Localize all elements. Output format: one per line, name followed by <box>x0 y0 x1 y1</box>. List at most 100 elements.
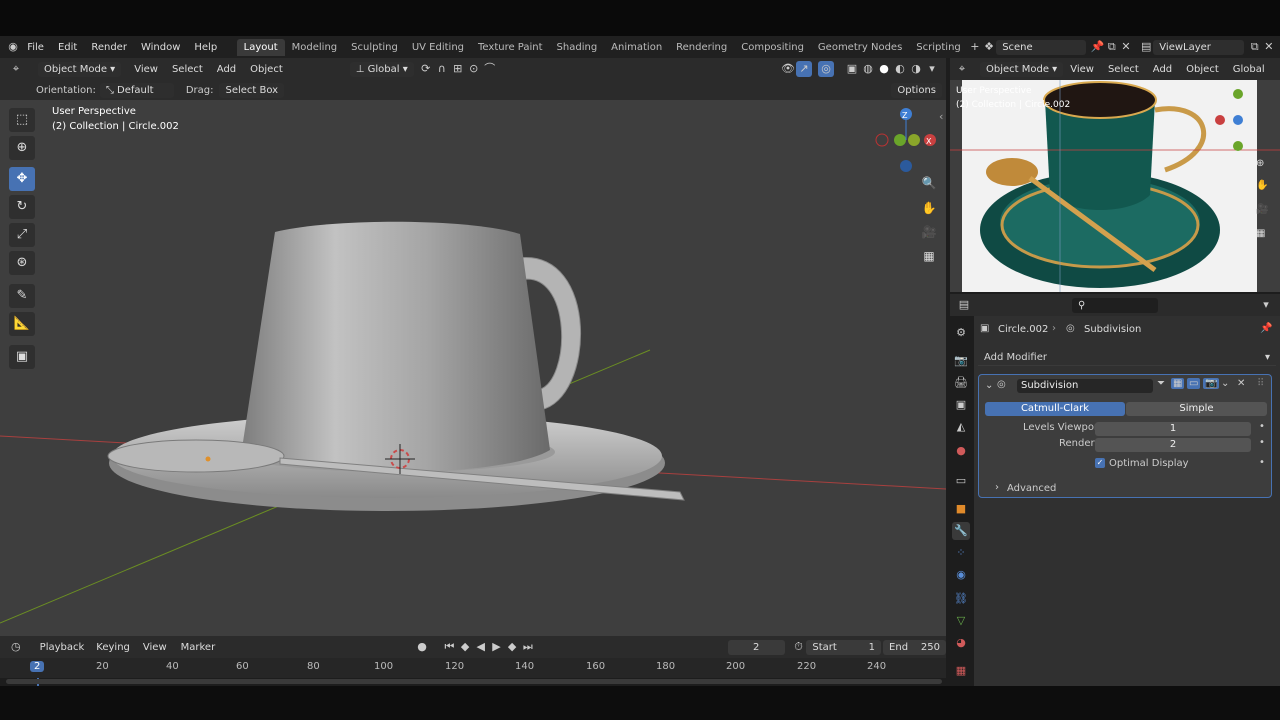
viewport-toggle-icon[interactable]: ▭ <box>1187 378 1201 389</box>
measure-tool-button[interactable]: 📐 <box>9 312 35 336</box>
physics-tab-icon[interactable]: ◉ <box>952 566 970 584</box>
view-layer-icon[interactable]: ▤ <box>1139 39 1153 55</box>
stopwatch-icon[interactable]: ⏱ <box>791 639 807 655</box>
ref-viewport[interactable]: User Perspective (2) Collection | Circle… <box>950 80 1280 292</box>
start-frame-field[interactable]: Start 1 <box>806 639 882 655</box>
render-levels-field[interactable]: 2 <box>1095 438 1251 452</box>
rendered-shading-icon[interactable]: ◑ <box>908 61 924 77</box>
3d-viewport[interactable]: Z X User Perspective (2) Collection | Ci… <box>0 100 946 636</box>
timeline-editor-icon[interactable]: ◷ <box>8 639 24 655</box>
playhead[interactable]: 2 <box>30 661 45 672</box>
overlay-toggle-icon[interactable]: ◎ <box>818 61 834 77</box>
levels-viewport-field[interactable]: 1 <box>1095 422 1251 436</box>
add-workspace-icon[interactable]: + <box>968 39 982 55</box>
tool-tab-icon[interactable]: ⚙ <box>952 324 970 342</box>
copy-layer-icon[interactable]: ⧉ <box>1248 39 1262 55</box>
properties-pin-icon[interactable]: 📌 <box>1260 323 1272 334</box>
jump-start-icon[interactable]: ⏮ <box>442 639 458 655</box>
data-tab-icon[interactable]: ▽ <box>952 612 970 630</box>
drag-selector[interactable]: Select Box <box>219 82 285 98</box>
tab-modeling[interactable]: Modeling <box>285 39 345 56</box>
shading-options-icon[interactable]: ▾ <box>924 61 940 77</box>
move-tool-button[interactable]: ✥ <box>9 167 35 191</box>
render-toggle-icon[interactable]: 📷 <box>1203 378 1220 389</box>
drag-handle-icon[interactable]: ⠿ <box>1257 378 1264 389</box>
xray-icon[interactable]: ▣ <box>844 61 860 77</box>
viewport-menu-add[interactable]: Add <box>210 64 243 75</box>
tab-compositing[interactable]: Compositing <box>734 39 811 56</box>
visibility-icon[interactable]: 👁 <box>780 61 796 77</box>
simple-button[interactable]: Simple <box>1126 402 1267 416</box>
keying-menu[interactable]: Keying <box>90 640 136 655</box>
next-keyframe-icon[interactable]: ◆ <box>504 639 520 655</box>
remove-scene-icon[interactable]: ✕ <box>1119 39 1133 55</box>
tab-sculpting[interactable]: Sculpting <box>344 39 405 56</box>
mode-selector[interactable]: Object Mode ▾ <box>38 61 122 77</box>
timeline-scrollbar[interactable] <box>6 679 942 684</box>
ref-camera-icon[interactable]: 🎥 <box>1256 204 1268 215</box>
play-icon[interactable]: ▶ <box>489 639 505 655</box>
copy-scene-icon[interactable]: ⧉ <box>1105 39 1119 55</box>
play-reverse-icon[interactable]: ◀ <box>473 639 489 655</box>
timeline-ruler[interactable]: 2 20 40 60 80 100 120 140 160 180 200 22… <box>0 658 946 678</box>
blender-logo-icon[interactable]: ◉ <box>6 39 20 55</box>
scale-tool-button[interactable]: ⤢ <box>9 223 35 247</box>
scene-tab-icon[interactable]: ◭ <box>952 418 970 436</box>
sidebar-toggle-icon[interactable]: ‹ <box>939 110 943 123</box>
properties-options-icon[interactable]: ▾ <box>1258 297 1274 313</box>
modifier-name-field[interactable]: Subdivision <box>1017 379 1153 393</box>
falloff-icon[interactable]: ⌒ <box>482 61 498 77</box>
timeline-view-menu[interactable]: View <box>136 642 174 653</box>
view-layer-tab-icon[interactable]: ▣ <box>952 396 970 414</box>
transform-orientation-selector[interactable]: ⊥ Global ▾ <box>349 61 414 77</box>
catmull-clark-button[interactable]: Catmull-Clark <box>985 402 1125 416</box>
collapse-chevron-icon[interactable]: ⌄ <box>985 380 993 391</box>
scene-icon[interactable]: ❖ <box>982 39 996 55</box>
remove-modifier-icon[interactable]: ✕ <box>1237 378 1245 389</box>
texture-tab-icon[interactable]: ▦ <box>952 662 970 680</box>
menu-file[interactable]: File <box>20 42 51 53</box>
camera-view-icon[interactable]: 🎥 <box>920 223 938 241</box>
rotate-tool-button[interactable]: ↻ <box>9 195 35 219</box>
viewport-menu-select[interactable]: Select <box>165 64 210 75</box>
wireframe-shading-icon[interactable]: ◍ <box>860 61 876 77</box>
properties-editor-icon[interactable]: ▤ <box>956 297 972 313</box>
solid-shading-icon[interactable]: ● <box>876 61 892 77</box>
object-tab-icon[interactable]: ■ <box>952 500 970 518</box>
edit-mode-toggle-icon[interactable]: ⏷ <box>1157 378 1165 389</box>
ref-menu-object[interactable]: Object <box>1179 64 1226 75</box>
ref-menu-select[interactable]: Select <box>1101 64 1146 75</box>
menu-window[interactable]: Window <box>134 42 187 53</box>
animate-dot-icon[interactable]: • <box>1259 457 1265 468</box>
advanced-subpanel[interactable]: Advanced <box>1007 483 1056 494</box>
playback-menu[interactable]: Playback <box>34 640 91 655</box>
gizmo-toggle-icon[interactable]: ↗ <box>796 61 812 77</box>
ortho-grid-icon[interactable]: ▦ <box>920 247 938 265</box>
editor-type-icon[interactable]: ⌖ <box>8 61 24 77</box>
ref-editor-type-icon[interactable]: ⌖ <box>954 61 970 77</box>
current-frame-field[interactable]: 2 <box>727 639 785 655</box>
viewport-menu-object[interactable]: Object <box>243 64 290 75</box>
end-frame-field[interactable]: End 250 <box>883 639 946 655</box>
remove-layer-icon[interactable]: ✕ <box>1262 39 1276 55</box>
timeline-marker-menu[interactable]: Marker <box>174 642 223 653</box>
record-icon[interactable]: ● <box>414 639 430 655</box>
animate-dot-icon[interactable]: • <box>1259 437 1265 448</box>
tab-shading[interactable]: Shading <box>550 39 605 56</box>
particles-tab-icon[interactable]: ⁘ <box>952 544 970 562</box>
material-tab-icon[interactable]: ◕ <box>952 634 970 652</box>
viewport-menu-view[interactable]: View <box>127 64 165 75</box>
transform-tool-button[interactable]: ⊛ <box>9 251 35 275</box>
ref-grid-icon[interactable]: ▦ <box>1256 228 1265 239</box>
options-button[interactable]: Options <box>891 82 942 98</box>
tab-texture-paint[interactable]: Texture Paint <box>471 39 550 56</box>
scene-selector[interactable]: Scene <box>996 39 1087 55</box>
pivot-icon[interactable]: ⟳ <box>418 61 434 77</box>
annotate-tool-button[interactable]: ✎ <box>9 284 35 308</box>
add-cube-tool-button[interactable]: ▣ <box>9 345 35 369</box>
pan-hand-icon[interactable]: ✋ <box>920 199 938 217</box>
cage-toggle-icon[interactable]: ▦ <box>1171 378 1185 389</box>
view-layer-selector[interactable]: ViewLayer <box>1153 39 1244 55</box>
render-tab-icon[interactable]: 📷 <box>952 352 970 370</box>
menu-help[interactable]: Help <box>187 42 224 53</box>
